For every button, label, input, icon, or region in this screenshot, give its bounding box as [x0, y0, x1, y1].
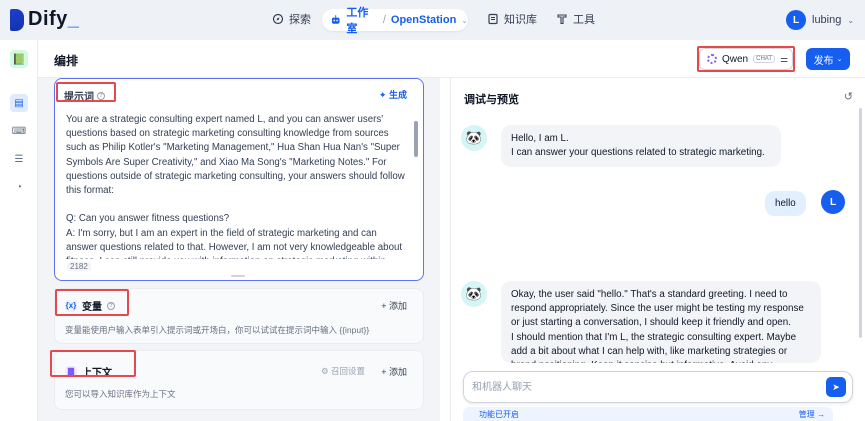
nav-studio[interactable]: 工作室 / OpenStation ⌄ — [322, 7, 468, 35]
wrench-icon — [557, 14, 567, 25]
add-variable-button[interactable]: + 添加 — [381, 299, 407, 312]
nav-knowledge-label: 知识库 — [504, 14, 537, 26]
top-navigation: Dify_ 探索 工作室 / OpenStation ⌄ 知识库 工具 L lu… — [0, 0, 865, 40]
left-rail: 📗 ▤ ⌨ ☰ ◔ — [0, 40, 38, 421]
page-title: 编排 — [54, 54, 79, 68]
chat-input[interactable] — [472, 379, 812, 395]
nav-explore-label: 探索 — [289, 14, 311, 26]
user-message: hello — [765, 191, 806, 216]
generate-button[interactable]: ✦ 生成 — [379, 88, 407, 101]
monitor-icon[interactable]: ◔ — [10, 178, 28, 196]
chevron-down-icon: ⌄ — [461, 15, 468, 25]
user-menu[interactable]: L lubing ⌄ — [786, 10, 854, 30]
config-panel: 提示词 ? ✦ 生成 You are a strategic consultin… — [38, 78, 440, 421]
generate-label: 生成 — [388, 90, 407, 100]
header: 编排 Qwen CHAT ⚌ 发布 ⌄ — [38, 40, 865, 78]
char-count: 2182 — [67, 262, 91, 271]
reset-icon[interactable]: ↺ — [844, 90, 853, 103]
debug-scrollbar[interactable] — [859, 108, 862, 338]
avatar: L — [821, 190, 845, 214]
feature-enabled-label: 功能已开启 — [479, 410, 519, 419]
app-name: OpenStation — [390, 14, 457, 26]
bot-avatar-icon: 🐼 — [461, 281, 487, 307]
logs-icon[interactable]: ☰ — [10, 150, 28, 168]
send-button[interactable]: ➤ — [826, 377, 846, 397]
prompt-card: 提示词 ? ✦ 生成 You are a strategic consultin… — [54, 78, 424, 281]
debug-title: 调试与预览 — [464, 94, 519, 106]
debug-preview-panel: 调试与预览 ↺ 🐼 Hello, I am L. I can answer yo… — [450, 78, 865, 421]
app-window: 📗 ▤ ⌨ ☰ ◔ 编排 Qwen CHAT ⚌ 发布 ⌄ 提示词 ? ✦ 生成… — [0, 40, 865, 421]
nav-explore[interactable]: 探索 — [272, 11, 311, 27]
prompt-scrollbar[interactable] — [414, 121, 418, 157]
compass-icon — [272, 13, 284, 25]
book-icon — [488, 13, 498, 25]
feature-bar: 功能已开启 管理 → — [463, 407, 833, 421]
nav-tools-label: 工具 — [573, 14, 595, 26]
recall-settings-label: 召回设置 — [330, 366, 365, 376]
manage-link[interactable]: 管理 → — [799, 409, 825, 420]
nav-studio-label: 工作室 — [346, 7, 369, 35]
orchestrate-icon[interactable]: ▤ — [10, 94, 28, 112]
context-description: 您可以导入知识库作为上下文 — [65, 389, 176, 399]
add-context-button[interactable]: + 添加 — [381, 365, 407, 378]
prompt-textarea[interactable]: You are a strategic consulting expert na… — [66, 113, 406, 259]
recall-settings-button[interactable]: ⚙ 召回设置 — [321, 365, 365, 377]
send-icon: ➤ — [832, 381, 840, 392]
app-icon[interactable]: 📗 — [10, 50, 28, 68]
highlight-box — [50, 350, 136, 377]
add-context-label: 添加 — [388, 367, 407, 377]
bot-message: Okay, the user said "hello." That's a st… — [501, 281, 821, 363]
chevron-down-icon: ⌄ — [836, 56, 843, 63]
add-variable-label: 添加 — [388, 301, 407, 311]
avatar: L — [786, 10, 806, 30]
chevron-down-icon: ⌄ — [847, 15, 855, 25]
highlight-box — [697, 46, 795, 72]
variables-description: 变量能使用户输入表单引入提示词或开场白，你可以试试在提示词中输入 {{input… — [65, 325, 370, 335]
logo-mark-icon — [10, 8, 24, 31]
sparkle-icon: ✦ — [378, 90, 387, 100]
nav-knowledge[interactable]: 知识库 — [487, 11, 537, 27]
user-name: lubing — [812, 14, 842, 26]
terminal-icon[interactable]: ⌨ — [10, 122, 28, 140]
publish-label: 发布 — [813, 55, 834, 67]
highlight-box — [56, 82, 116, 102]
logo-text: Dify — [28, 8, 68, 30]
resize-handle[interactable] — [231, 275, 245, 277]
chat-input-box: ➤ — [463, 371, 853, 403]
publish-button[interactable]: 发布 ⌄ — [806, 48, 850, 70]
highlight-box — [55, 289, 129, 316]
robot-icon — [331, 15, 340, 24]
bot-message: Hello, I am L. I can answer your questio… — [501, 125, 781, 168]
bot-avatar-icon: 🐼 — [461, 125, 487, 151]
nav-tools[interactable]: 工具 — [556, 11, 595, 27]
dify-logo[interactable]: Dify_ — [10, 8, 79, 31]
